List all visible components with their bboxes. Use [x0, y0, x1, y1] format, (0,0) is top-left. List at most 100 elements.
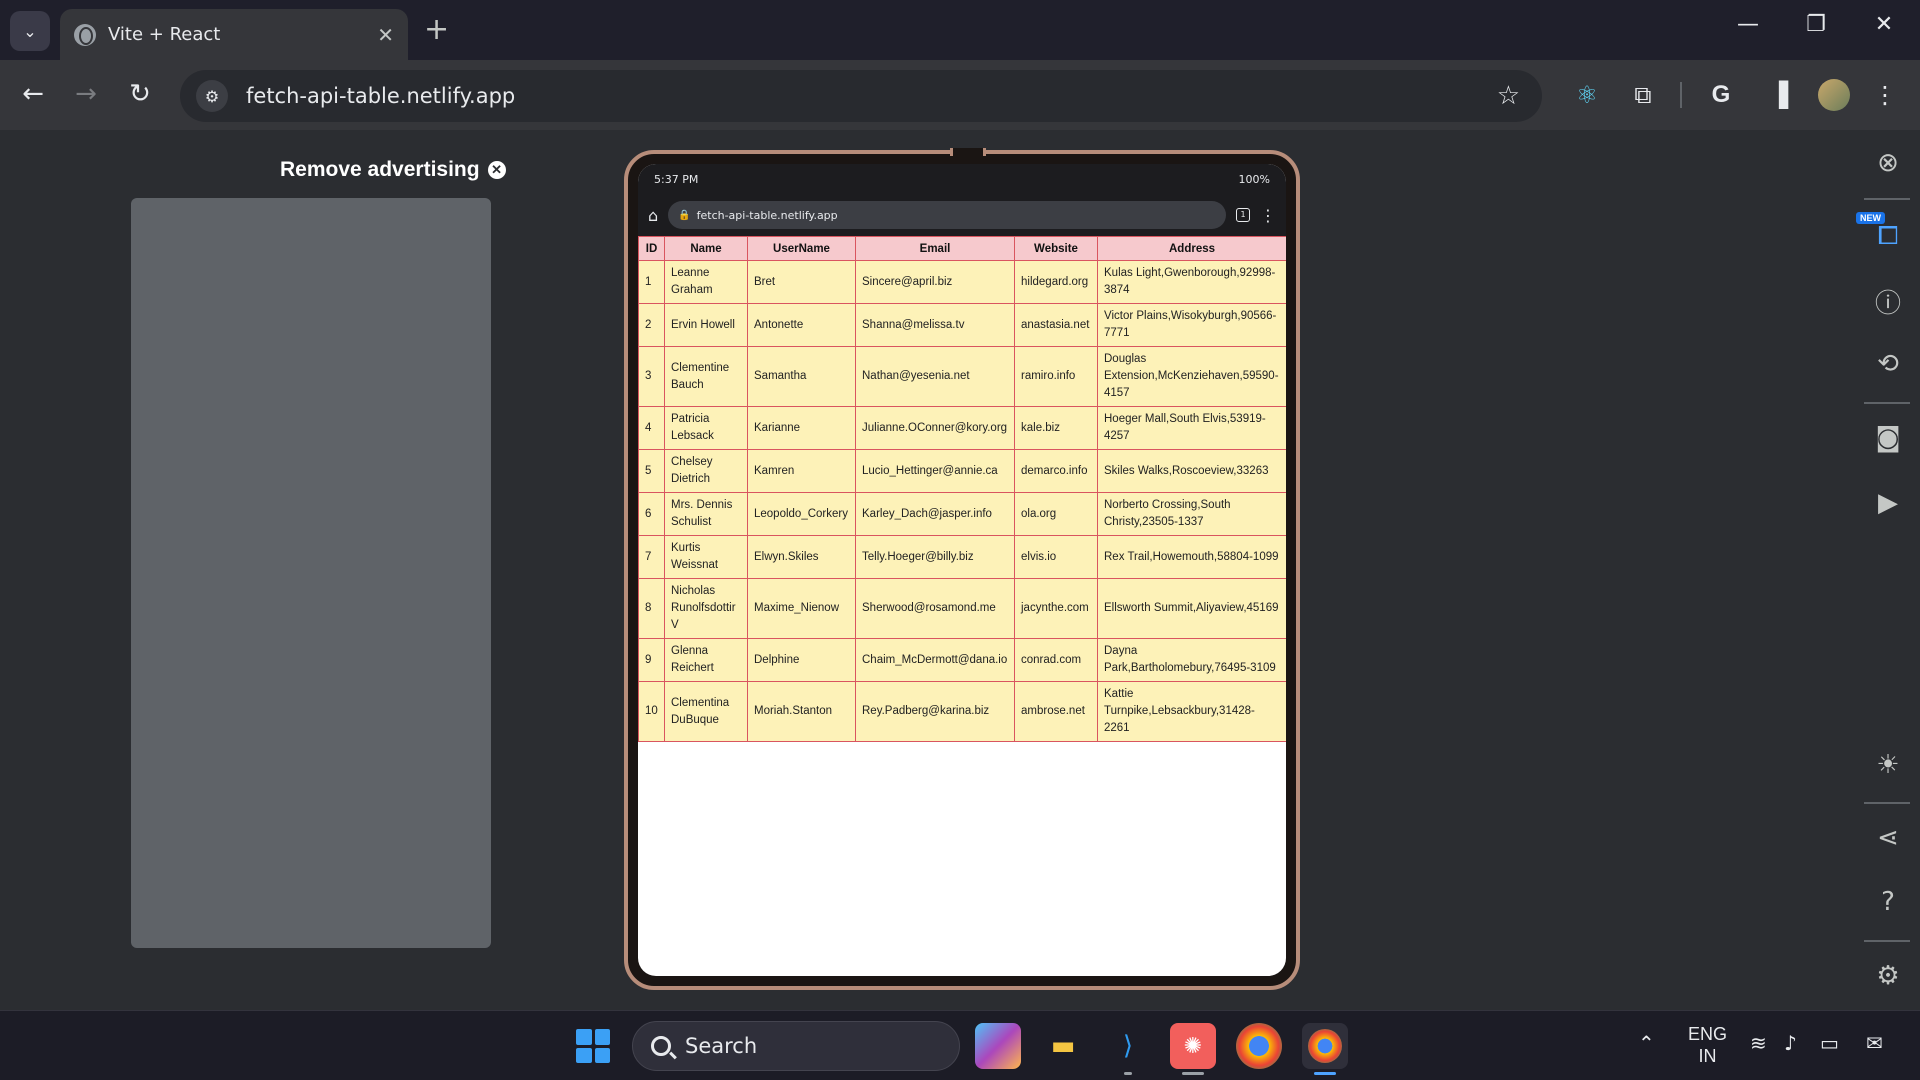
- cell-name: Clementine Bauch: [664, 346, 748, 407]
- browser-titlebar: ⌄ Vite + React ✕ + — ❐ ✕: [0, 0, 1920, 60]
- forward-icon[interactable]: →: [68, 78, 104, 110]
- tab-close-icon[interactable]: ✕: [377, 23, 394, 47]
- users-table: ID Name UserName Email Website Address 1…: [638, 236, 1286, 742]
- chevron-down-icon: ⌄: [23, 21, 37, 41]
- cell-website: jacynthe.com: [1014, 578, 1098, 639]
- device-status-bar: 5:37 PM 100%: [638, 164, 1286, 194]
- battery-icon[interactable]: ▭: [1820, 1031, 1839, 1055]
- remove-advertising-link[interactable]: Remove advertising ✕: [280, 158, 506, 182]
- address-bar[interactable]: ⚙ fetch-api-table.netlify.app ☆: [180, 70, 1542, 122]
- mobile-url-bar: ⌂ 🔒 fetch-api-table.netlify.app 1 ⋮: [638, 194, 1286, 236]
- cell-username: Kamren: [747, 449, 856, 493]
- browser-tab[interactable]: Vite + React ✕: [60, 9, 408, 60]
- side-divider: [1864, 198, 1910, 200]
- table-row: 4 Patricia Lebsack Karianne Julianne.OCo…: [638, 406, 1286, 450]
- mobile-address-field[interactable]: 🔒 fetch-api-table.netlify.app: [668, 201, 1226, 229]
- language-indicator[interactable]: ENG IN: [1688, 1023, 1727, 1067]
- windows-start-icon[interactable]: [576, 1029, 610, 1063]
- header-website: Website: [1014, 236, 1098, 261]
- cell-address: Rex Trail,Howemouth,58804-1099: [1097, 535, 1286, 579]
- reload-icon[interactable]: ↻: [122, 78, 158, 110]
- copilot-icon[interactable]: [975, 1023, 1021, 1069]
- mobile-url-text: fetch-api-table.netlify.app: [696, 208, 838, 222]
- cell-address: Kulas Light,Gwenborough,92998-3874: [1097, 260, 1286, 304]
- screenshot-camera-icon[interactable]: ◙: [1868, 418, 1908, 458]
- cell-address: Kattie Turnpike,Lebsackbury,31428-2261: [1097, 681, 1286, 742]
- cell-address: Douglas Extension,McKenziehaven,59590-41…: [1097, 346, 1286, 407]
- cell-id: 3: [638, 346, 665, 407]
- status-time: 5:37 PM: [654, 172, 699, 186]
- cell-email: Shanna@melissa.tv: [855, 303, 1015, 347]
- share-icon[interactable]: ⋖: [1868, 818, 1908, 858]
- cell-website: ramiro.info: [1014, 346, 1098, 407]
- taskbar-search-label: Search: [685, 1034, 758, 1058]
- cell-website: ola.org: [1014, 492, 1098, 536]
- url-text[interactable]: fetch-api-table.netlify.app: [246, 84, 1497, 108]
- notification-icon[interactable]: ✉: [1866, 1031, 1883, 1055]
- table-row: 6 Mrs. Dennis Schulist Leopoldo_Corkery …: [638, 492, 1286, 536]
- cell-website: conrad.com: [1014, 638, 1098, 682]
- volume-icon[interactable]: ♪: [1784, 1031, 1797, 1055]
- cell-username: Bret: [747, 260, 856, 304]
- file-explorer-icon[interactable]: ▬: [1040, 1023, 1086, 1069]
- page-content: Remove advertising ✕ 5:37 PM 100% ⌂ 🔒 fe…: [0, 130, 1920, 1010]
- react-devtools-icon[interactable]: ⚛: [1570, 78, 1604, 112]
- new-tab-button[interactable]: +: [424, 13, 449, 47]
- minimize-icon[interactable]: —: [1728, 12, 1768, 37]
- cell-website: hildegard.org: [1014, 260, 1098, 304]
- chrome-profile-icon[interactable]: [1302, 1023, 1348, 1075]
- cell-address: Skiles Walks,Roscoeview,33263: [1097, 449, 1286, 493]
- menu-icon[interactable]: ⋮: [1868, 78, 1902, 112]
- cell-name: Kurtis Weissnat: [664, 535, 748, 579]
- search-icon: [651, 1036, 671, 1056]
- tab-search-button[interactable]: ⌄: [10, 11, 50, 51]
- close-circle-icon[interactable]: ✕: [487, 161, 506, 179]
- vscode-icon[interactable]: ⟩: [1105, 1023, 1151, 1075]
- extensions-icon[interactable]: ⧉: [1626, 78, 1660, 112]
- video-record-icon[interactable]: ▶: [1868, 483, 1908, 523]
- window-close-icon[interactable]: ✕: [1864, 12, 1904, 37]
- lang-line2: IN: [1698, 1046, 1717, 1066]
- side-panel-icon[interactable]: ▐: [1762, 78, 1796, 112]
- site-settings-icon[interactable]: ⚙: [196, 80, 228, 112]
- table-row: 10 Clementina DuBuque Moriah.Stanton Rey…: [638, 681, 1286, 742]
- app-icon[interactable]: ✺: [1170, 1023, 1216, 1075]
- info-icon[interactable]: ⓘ: [1868, 281, 1908, 321]
- table-row: 5 Chelsey Dietrich Kamren Lucio_Hettinge…: [638, 449, 1286, 493]
- cell-address: Hoeger Mall,South Elvis,53919-4257: [1097, 406, 1286, 450]
- cell-id: 9: [638, 638, 665, 682]
- close-panel-icon[interactable]: ⊗: [1868, 143, 1908, 183]
- cell-name: Chelsey Dietrich: [664, 449, 748, 493]
- settings-gear-icon[interactable]: ⚙: [1868, 956, 1908, 996]
- table-row: 3 Clementine Bauch Samantha Nathan@yesen…: [638, 346, 1286, 407]
- status-battery: 100%: [1238, 172, 1270, 186]
- back-icon[interactable]: ←: [15, 78, 51, 110]
- bookmark-star-icon[interactable]: ☆: [1497, 81, 1520, 111]
- rotate-icon[interactable]: ⟲: [1868, 344, 1908, 384]
- cell-username: Leopoldo_Corkery: [747, 492, 856, 536]
- cell-name: Patricia Lebsack: [664, 406, 748, 450]
- home-icon[interactable]: ⌂: [648, 206, 658, 225]
- cell-name: Clementina DuBuque: [664, 681, 748, 742]
- cell-name: Ervin Howell: [664, 303, 748, 347]
- brightness-icon[interactable]: ☀: [1868, 745, 1908, 785]
- restore-icon[interactable]: ❐: [1796, 12, 1836, 37]
- header-name: Name: [664, 236, 748, 261]
- header-email: Email: [855, 236, 1015, 261]
- windows-taskbar: Search ▬ ⟩ ✺ ⌃ ENG IN ≋ ♪ ▭ ✉: [0, 1010, 1920, 1080]
- tray-overflow-icon[interactable]: ⌃: [1638, 1031, 1655, 1055]
- taskbar-search[interactable]: Search: [632, 1021, 960, 1071]
- chrome-icon[interactable]: [1236, 1023, 1282, 1069]
- profile-avatar[interactable]: [1818, 79, 1850, 111]
- globe-icon: [74, 23, 96, 46]
- cell-email: Julianne.OConner@kory.org: [855, 406, 1015, 450]
- help-icon[interactable]: ?: [1868, 882, 1908, 922]
- devices-icon[interactable]: ⧠: [1868, 216, 1908, 256]
- side-divider: [1864, 940, 1910, 942]
- tab-count-icon[interactable]: 1: [1236, 208, 1250, 222]
- cell-username: Maxime_Nienow: [747, 578, 856, 639]
- cell-id: 7: [638, 535, 665, 579]
- wifi-icon[interactable]: ≋: [1750, 1031, 1767, 1055]
- google-icon[interactable]: G: [1704, 78, 1738, 112]
- mobile-menu-icon[interactable]: ⋮: [1260, 206, 1276, 225]
